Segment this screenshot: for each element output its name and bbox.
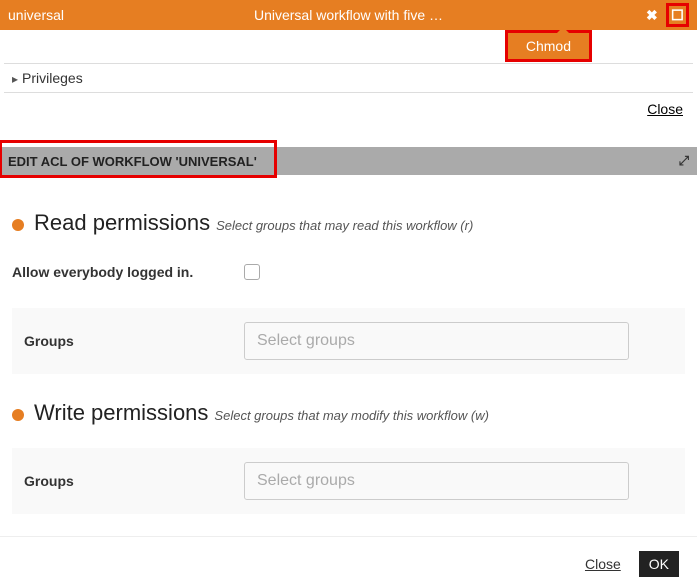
titlebar-name: universal <box>8 7 64 23</box>
acl-header-title: EDIT ACL OF WORKFLOW 'UNIVERSAL' <box>8 154 679 169</box>
chmod-popover[interactable]: Chmod <box>505 30 592 62</box>
write-groups-row: Groups Select groups <box>12 448 685 514</box>
read-subtitle: Select groups that may read this workflo… <box>216 218 473 233</box>
read-groups-select[interactable]: Select groups <box>244 322 629 360</box>
read-permissions-heading: Read permissions Select groups that may … <box>12 210 685 236</box>
collapse-icon[interactable]: ⤢ <box>679 153 689 169</box>
write-groups-label: Groups <box>24 473 244 489</box>
allow-everybody-label: Allow everybody logged in. <box>12 264 244 280</box>
acl-header: EDIT ACL OF WORKFLOW 'UNIVERSAL' ⤢ <box>0 147 697 175</box>
expand-icon[interactable]: ◻ <box>671 7 684 23</box>
expand-button-highlight: ◻ <box>666 3 689 27</box>
chmod-label: Chmod <box>526 38 571 54</box>
titlebar-title: Universal workflow with five … <box>0 7 697 23</box>
write-title: Write permissions <box>34 400 208 426</box>
top-close-link[interactable]: Close <box>4 93 693 125</box>
titlebar: universal Universal workflow with five …… <box>0 0 697 30</box>
ok-button[interactable]: OK <box>639 551 679 577</box>
caret-right-icon: ▸ <box>12 72 18 86</box>
read-groups-row: Groups Select groups <box>12 308 685 374</box>
read-title: Read permissions <box>34 210 210 236</box>
close-icon[interactable]: ✖ <box>646 7 658 24</box>
write-permissions-heading: Write permissions Select groups that may… <box>12 400 685 426</box>
write-subtitle: Select groups that may modify this workf… <box>214 408 489 423</box>
privileges-label: Privileges <box>22 70 83 86</box>
write-groups-select[interactable]: Select groups <box>244 462 629 500</box>
allow-everybody-checkbox[interactable] <box>244 264 260 280</box>
read-groups-label: Groups <box>24 333 244 349</box>
bullet-icon <box>12 219 24 231</box>
allow-everybody-row: Allow everybody logged in. <box>12 264 685 280</box>
footer: Close OK <box>0 536 697 585</box>
footer-close-link[interactable]: Close <box>585 556 621 572</box>
privileges-panel-toggle[interactable]: ▸ Privileges <box>4 63 693 93</box>
bullet-icon <box>12 409 24 421</box>
